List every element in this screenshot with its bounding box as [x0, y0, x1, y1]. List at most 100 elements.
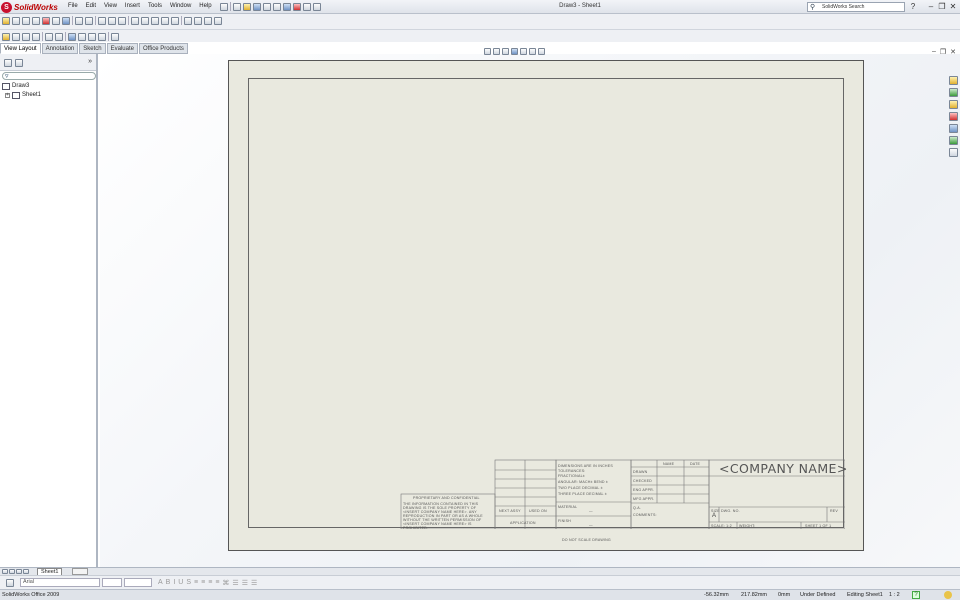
line-thickness-icon[interactable]: [204, 16, 212, 25]
menu-edit[interactable]: Edit: [86, 3, 96, 9]
restore-icon[interactable]: ❐: [937, 2, 947, 12]
custom-properties-icon[interactable]: [949, 148, 958, 157]
search-results-icon[interactable]: [949, 112, 958, 121]
pattern-icon[interactable]: [98, 32, 106, 41]
projected-view-icon[interactable]: [12, 16, 20, 25]
bold-b-icon[interactable]: B: [166, 579, 171, 587]
notification-icon[interactable]: [944, 591, 952, 599]
offset-icon[interactable]: [78, 32, 86, 41]
sheet-scale[interactable]: 1 : 2: [889, 590, 900, 600]
align-left-icon[interactable]: [131, 16, 139, 25]
pan-icon[interactable]: [520, 48, 527, 55]
tree-filter-input[interactable]: ▿: [2, 72, 96, 80]
model-view-icon[interactable]: [2, 16, 10, 25]
options-icon[interactable]: [313, 2, 321, 11]
menu-insert[interactable]: Insert: [125, 3, 140, 9]
minimize-icon[interactable]: –: [926, 2, 936, 12]
expand-plus-icon[interactable]: +: [5, 93, 10, 98]
menu-help[interactable]: Help: [199, 3, 211, 9]
rotate-icon[interactable]: [511, 48, 518, 55]
rebuild-icon[interactable]: [293, 2, 301, 11]
note-icon[interactable]: [98, 16, 106, 25]
align-left-text-icon[interactable]: ≡: [194, 579, 198, 587]
symbol-icon[interactable]: ⌘: [222, 579, 229, 587]
zoom-to-area-icon[interactable]: [493, 48, 500, 55]
file-properties-icon[interactable]: [303, 2, 311, 11]
zoom-to-fit-icon[interactable]: [484, 48, 491, 55]
align-right-text-icon[interactable]: ≡: [208, 579, 212, 587]
underline-icon[interactable]: U: [178, 579, 183, 587]
font-size-select[interactable]: [102, 578, 122, 587]
circle-icon[interactable]: [32, 32, 40, 41]
add-sheet-icon[interactable]: [72, 568, 88, 575]
layer-icon[interactable]: [184, 16, 192, 25]
tab-sketch[interactable]: Sketch: [79, 43, 106, 54]
last-sheet-icon[interactable]: [23, 569, 29, 574]
help-icon[interactable]: ?: [912, 591, 920, 599]
first-sheet-icon[interactable]: [2, 569, 8, 574]
numbering-icon[interactable]: ☰: [242, 579, 248, 587]
property-manager-tab-icon[interactable]: [15, 59, 23, 67]
expand-panel-icon[interactable]: »: [88, 58, 92, 65]
menu-tools[interactable]: Tools: [148, 3, 162, 9]
open-icon[interactable]: [243, 2, 251, 11]
new-document-icon[interactable]: [233, 2, 241, 11]
print-icon[interactable]: [263, 2, 271, 11]
menu-view[interactable]: View: [104, 3, 117, 9]
auxiliary-view-icon[interactable]: [22, 16, 30, 25]
previous-view-icon[interactable]: [502, 48, 509, 55]
tree-item-sheet[interactable]: + Sheet1: [2, 91, 41, 100]
mirror-icon[interactable]: [88, 32, 96, 41]
surface-finish-icon[interactable]: [118, 16, 126, 25]
menu-window[interactable]: Window: [170, 3, 191, 9]
justify-text-icon[interactable]: ≡: [215, 579, 219, 587]
section-view-icon[interactable]: [32, 16, 40, 25]
tab-view-layout[interactable]: View Layout: [0, 43, 41, 54]
solidworks-resources-icon[interactable]: [949, 76, 958, 85]
feature-tree-tab-icon[interactable]: [4, 59, 12, 67]
relations-icon[interactable]: [111, 32, 119, 41]
search-input[interactable]: ⚲ SolidWorks Search: [807, 2, 905, 12]
line-style-icon[interactable]: [214, 16, 222, 25]
tab-office-products[interactable]: Office Products: [138, 43, 188, 54]
crop-view-icon[interactable]: [62, 16, 70, 25]
smart-dimension-icon[interactable]: [75, 16, 83, 25]
line-color-icon[interactable]: [194, 16, 202, 25]
solidworks-logo[interactable]: S SolidWorks: [1, 1, 58, 13]
menu-file[interactable]: File: [68, 3, 78, 9]
align-bottom-icon[interactable]: [161, 16, 169, 25]
previous-sheet-icon[interactable]: [9, 569, 15, 574]
font-style-icon[interactable]: [6, 579, 14, 587]
font-select[interactable]: Arial: [20, 578, 100, 587]
close-icon[interactable]: ✕: [948, 2, 958, 12]
next-sheet-icon[interactable]: [16, 569, 22, 574]
detail-view-icon[interactable]: [42, 16, 50, 25]
select-icon[interactable]: [283, 2, 291, 11]
display-style-icon[interactable]: [529, 48, 536, 55]
align-top-icon[interactable]: [151, 16, 159, 25]
drawing-sheet[interactable]: PROPRIETARY AND CONFIDENTIAL THE INFORMA…: [228, 60, 864, 551]
view-settings-icon[interactable]: [538, 48, 545, 55]
rectangle-icon[interactable]: [22, 32, 30, 41]
indent-icon[interactable]: ☰: [251, 579, 257, 587]
view-palette-icon[interactable]: [949, 124, 958, 133]
pin-icon[interactable]: [220, 2, 228, 11]
strikethrough-icon[interactable]: S: [186, 579, 191, 587]
help-question-icon[interactable]: ?: [908, 2, 918, 12]
align-center-text-icon[interactable]: ≡: [201, 579, 205, 587]
appearances-icon[interactable]: [949, 136, 958, 145]
doc-close-icon[interactable]: ✕: [950, 48, 956, 56]
center-icon[interactable]: [171, 16, 179, 25]
spline-icon[interactable]: [55, 32, 63, 41]
tree-item-drawing[interactable]: Draw3: [2, 82, 41, 91]
graphics-area[interactable]: – ❐ ✕ PROPRIETARY AND CONFIDENTIAL THE I…: [100, 48, 960, 567]
balloon-icon[interactable]: [108, 16, 116, 25]
trim-icon[interactable]: [68, 32, 76, 41]
italic-icon[interactable]: I: [173, 579, 175, 587]
broken-view-icon[interactable]: [52, 16, 60, 25]
tab-evaluate[interactable]: Evaluate: [106, 43, 138, 54]
arc-icon[interactable]: [45, 32, 53, 41]
undo-icon[interactable]: [273, 2, 281, 11]
ordinate-icon[interactable]: [85, 16, 93, 25]
doc-minimize-icon[interactable]: –: [932, 48, 936, 56]
